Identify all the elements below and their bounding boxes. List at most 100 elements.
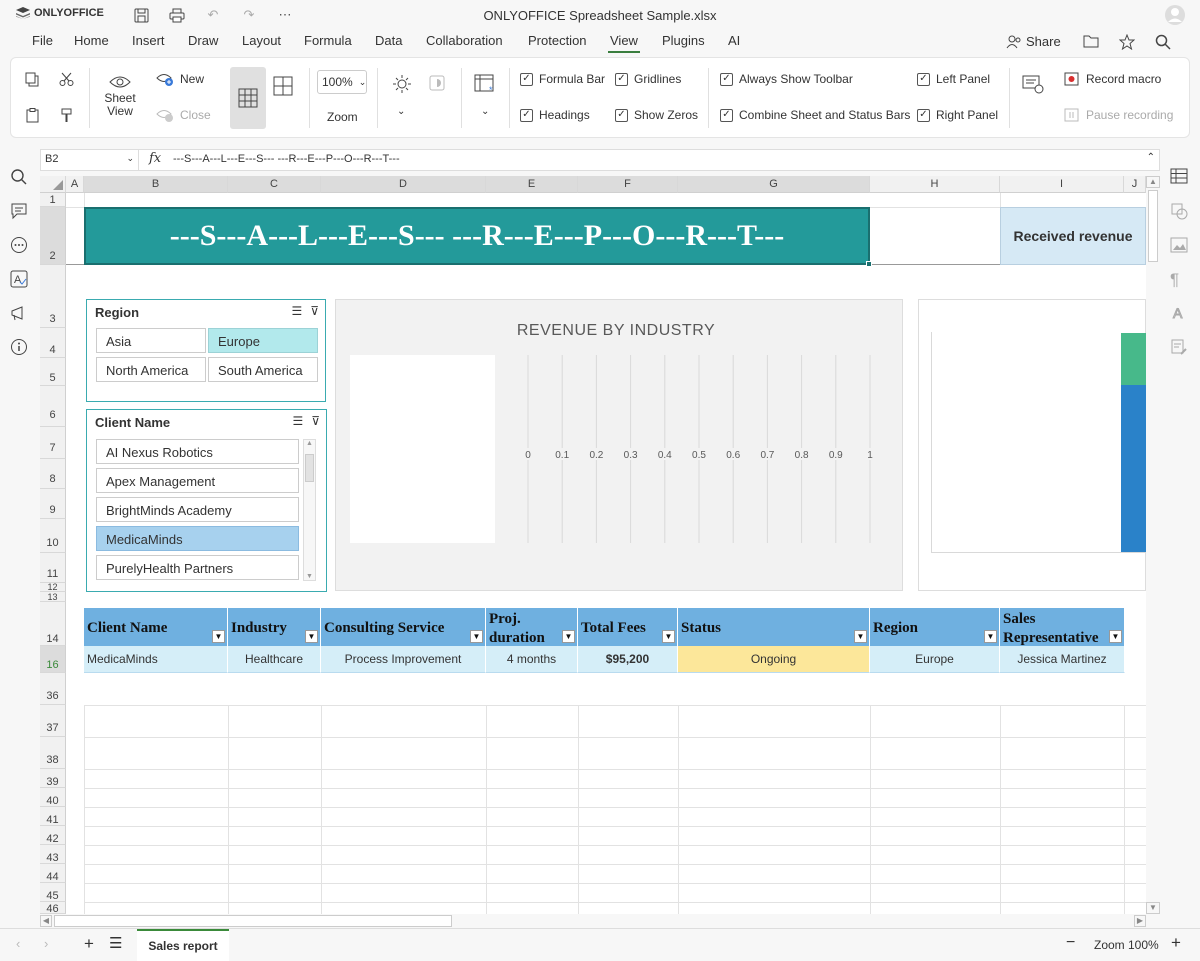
- row-header[interactable]: 40: [40, 788, 66, 807]
- freeze-shadow-icon[interactable]: *: [474, 74, 496, 94]
- menu-collaboration[interactable]: Collaboration: [424, 33, 505, 48]
- filter-dropdown-icon[interactable]: ▼: [562, 630, 575, 643]
- revenue-by-industry-chart[interactable]: REVENUE BY INDUSTRY 0 0.1 0.2 0.3 0.4 0.5 0.6 0…: [335, 299, 903, 591]
- zoom-in-icon[interactable]: +: [1171, 933, 1181, 953]
- filter-dropdown-icon[interactable]: ▼: [1109, 630, 1122, 643]
- freeze-panes-button[interactable]: [230, 67, 266, 129]
- chat-icon[interactable]: [10, 236, 30, 256]
- row-header[interactable]: 41: [40, 807, 66, 826]
- open-file-location-icon[interactable]: [1083, 34, 1100, 49]
- table-header[interactable]: Sales Representative ▼: [1000, 608, 1125, 646]
- menu-insert[interactable]: Insert: [130, 33, 167, 48]
- sheet-next-icon[interactable]: ›: [44, 936, 48, 951]
- row-header[interactable]: 2: [40, 207, 66, 265]
- feedback-icon[interactable]: [10, 304, 30, 324]
- right-panel-checkbox[interactable]: ✓ Right Panel: [917, 108, 998, 122]
- row-header[interactable]: 36: [40, 673, 66, 705]
- table-cell[interactable]: Process Improvement: [321, 646, 486, 673]
- menu-layout[interactable]: Layout: [240, 33, 283, 48]
- table-header[interactable]: Status ▼: [678, 608, 870, 646]
- left-panel-checkbox[interactable]: ✓ Left Panel: [917, 72, 990, 86]
- filter-dropdown-icon[interactable]: ▼: [470, 630, 483, 643]
- show-zeros-checkbox[interactable]: ✓ Show Zeros: [615, 108, 698, 122]
- client-item[interactable]: Apex Management: [96, 468, 299, 493]
- signature-settings-icon[interactable]: [1170, 338, 1190, 358]
- row-header[interactable]: 16: [40, 646, 66, 673]
- scroll-down-icon[interactable]: ▼: [304, 573, 315, 580]
- row-header[interactable]: 6: [40, 386, 66, 427]
- interface-theme-icon[interactable]: [392, 74, 412, 94]
- image-settings-icon[interactable]: [1170, 236, 1190, 256]
- row-header[interactable]: 37: [40, 705, 66, 737]
- multi-select-icon[interactable]: ☰: [292, 414, 303, 428]
- row-header[interactable]: 42: [40, 826, 66, 845]
- formula-bar-checkbox[interactable]: ✓ Formula Bar: [520, 72, 605, 86]
- region-item-south-america[interactable]: South America: [208, 357, 318, 382]
- select-all-corner[interactable]: [40, 176, 66, 193]
- table-header[interactable]: Industry ▼: [228, 608, 321, 646]
- text-art-settings-icon[interactable]: A: [1170, 304, 1190, 324]
- row-header[interactable]: 1: [40, 193, 66, 207]
- menu-plugins[interactable]: Plugins: [660, 33, 707, 48]
- shape-settings-icon[interactable]: [1170, 202, 1190, 222]
- filter-dropdown-icon[interactable]: ▼: [305, 630, 318, 643]
- cut-icon[interactable]: [59, 72, 74, 87]
- sheet-prev-icon[interactable]: ‹: [16, 936, 20, 951]
- format-painter-icon[interactable]: [59, 108, 74, 123]
- horizontal-scrollbar[interactable]: ◀ ▶: [40, 914, 1146, 928]
- sheet-tab-sales-report[interactable]: Sales report: [137, 929, 229, 961]
- close-view-button[interactable]: Close: [156, 108, 211, 122]
- sheet-list-icon[interactable]: ☰: [109, 934, 122, 952]
- row-header[interactable]: 12: [40, 583, 66, 592]
- macros-icon[interactable]: [1022, 74, 1044, 94]
- add-sheet-icon[interactable]: +: [84, 934, 94, 954]
- row-header[interactable]: 8: [40, 459, 66, 489]
- column-header[interactable]: A: [66, 176, 84, 193]
- column-header[interactable]: B: [84, 176, 228, 193]
- column-header[interactable]: H: [870, 176, 1000, 193]
- vertical-scroll-thumb[interactable]: [1148, 190, 1158, 262]
- undo-icon[interactable]: ↶: [202, 5, 224, 25]
- filter-applied-icon[interactable]: ▼: [212, 630, 225, 643]
- table-header[interactable]: Proj. duration ▼: [486, 608, 578, 646]
- menu-view[interactable]: View: [608, 33, 640, 53]
- slicer-scrollbar[interactable]: ▲ ▼: [303, 439, 316, 581]
- chart-bar-segment[interactable]: [1121, 385, 1146, 552]
- column-header[interactable]: D: [321, 176, 486, 193]
- row-header[interactable]: 43: [40, 845, 66, 864]
- client-item-selected[interactable]: MedicaMinds: [96, 526, 299, 551]
- expand-formula-icon[interactable]: ⌃: [1147, 152, 1155, 163]
- table-header[interactable]: Total Fees ▼: [578, 608, 678, 646]
- status-cell[interactable]: Ongoing: [678, 646, 870, 673]
- table-cell[interactable]: 4 months: [486, 646, 578, 673]
- region-item-north-america[interactable]: North America: [96, 357, 206, 382]
- row-header[interactable]: 3: [40, 265, 66, 328]
- scroll-thumb[interactable]: [305, 454, 314, 482]
- table-cell[interactable]: Europe: [870, 646, 1000, 673]
- save-icon[interactable]: [130, 5, 152, 25]
- filter-applied-icon[interactable]: ▼: [984, 630, 997, 643]
- dark-document-icon[interactable]: [429, 75, 445, 91]
- chart-bar-segment[interactable]: [1121, 333, 1146, 385]
- fill-handle[interactable]: [866, 261, 872, 267]
- client-item[interactable]: BrightMinds Academy: [96, 497, 299, 522]
- region-item-asia[interactable]: Asia: [96, 328, 206, 353]
- paste-icon[interactable]: [25, 108, 40, 123]
- received-revenue-chart[interactable]: [918, 299, 1146, 591]
- row-header[interactable]: 11: [40, 553, 66, 583]
- vertical-scrollbar[interactable]: ▲ ▼: [1146, 176, 1160, 914]
- user-avatar-icon[interactable]: [1164, 4, 1186, 26]
- comments-icon[interactable]: [10, 202, 30, 222]
- row-header[interactable]: 38: [40, 737, 66, 769]
- combine-bars-checkbox[interactable]: ✓ Combine Sheet and Status Bars: [720, 108, 910, 122]
- headings-checkbox[interactable]: ✓ Headings: [520, 108, 590, 122]
- row-header[interactable]: 46: [40, 902, 66, 914]
- column-header[interactable]: G: [678, 176, 870, 193]
- menu-home[interactable]: Home: [72, 33, 111, 48]
- menu-formula[interactable]: Formula: [302, 33, 354, 48]
- more-icon[interactable]: ⋯: [274, 5, 296, 25]
- scroll-left-icon[interactable]: ◀: [40, 915, 52, 927]
- row-header[interactable]: 45: [40, 883, 66, 902]
- about-info-icon[interactable]: [10, 338, 30, 358]
- sales-report-banner[interactable]: ---S---A---L---E---S--- ---R---E---P---O…: [84, 207, 870, 265]
